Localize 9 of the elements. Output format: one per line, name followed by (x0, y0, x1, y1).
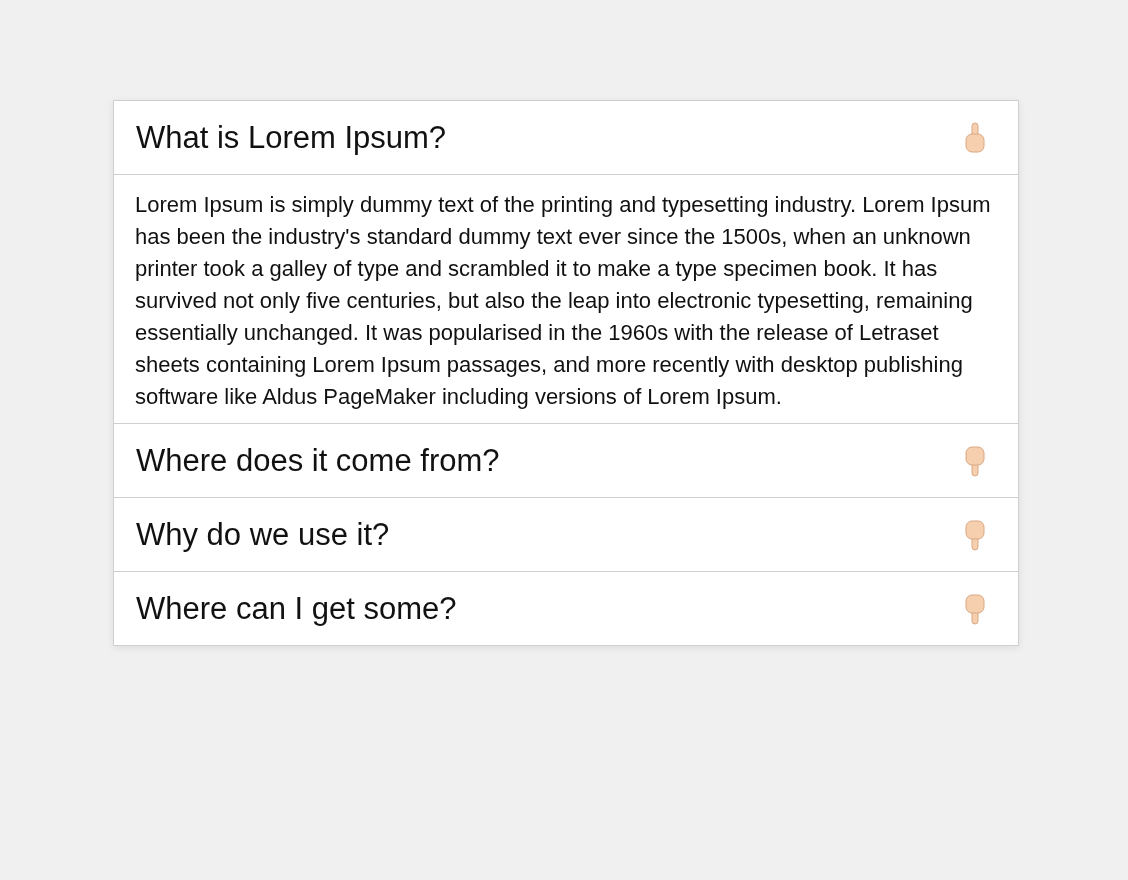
pointing-up-hand-icon (962, 121, 988, 154)
accordion-header[interactable]: Where can I get some? (114, 572, 1018, 645)
accordion-header[interactable]: What is Lorem Ipsum? (114, 101, 1018, 174)
pointing-down-hand-icon (962, 592, 988, 625)
accordion-header[interactable]: Why do we use it? (114, 498, 1018, 571)
accordion-body-text: Lorem Ipsum is simply dummy text of the printing and typesetting industry. Lorem Ipsum has been the industry's standard dummy text ever since the 1500s, when an unknown printer took a galley of type and scrambled it to make a type specimen book. It has survived not only five centuries, but also the leap into electronic typesetting, remaining essentially unchanged. It was popularised in the 1960s with the release of Letraset sheets containing Lorem Ipsum passages, and more recently with desktop publishing software like Aldus PageMaker including versions of Lorem Ipsum. (114, 174, 1018, 423)
pointing-down-hand-icon (962, 518, 988, 551)
accordion-header[interactable]: Where does it come from? (114, 424, 1018, 497)
pointing-down-hand-icon (962, 444, 988, 477)
